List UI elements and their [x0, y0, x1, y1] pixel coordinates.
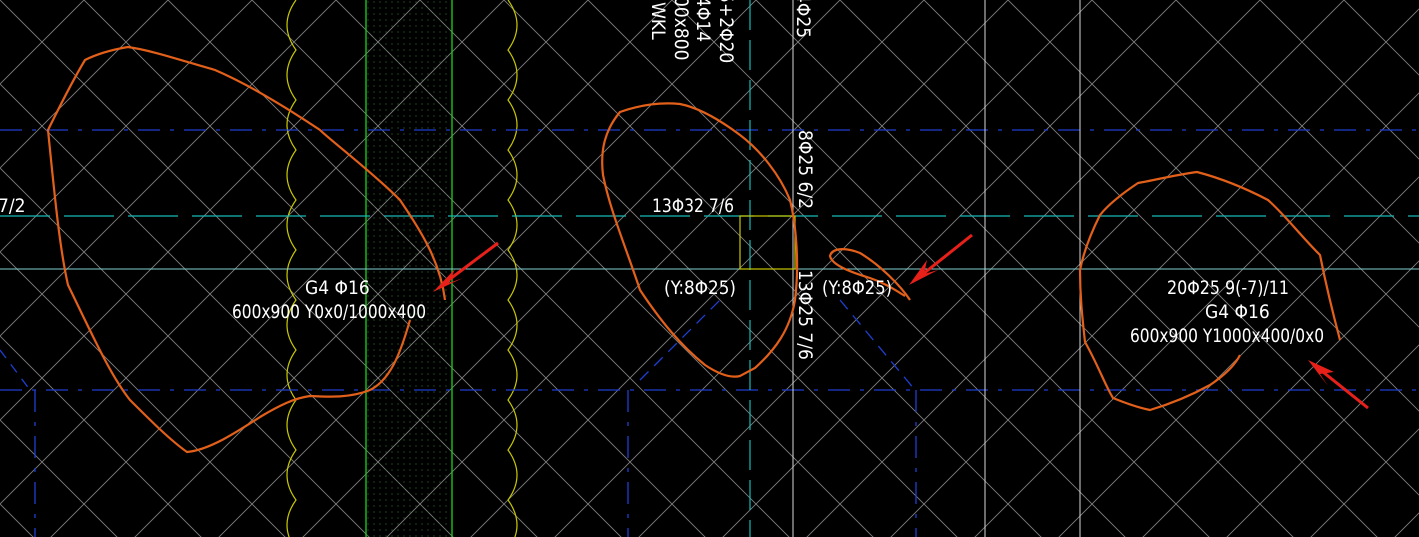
mid-rebar-label: 13Φ32 7/6	[652, 195, 734, 217]
vertical-label-column-top: 4Φ25	[792, 0, 814, 38]
vertical-label-column-low: 13Φ25 7/6	[794, 270, 816, 360]
left-beam-label-section: 600x900 Y0x0/1000x400	[232, 301, 426, 323]
mid-paren-label-left: (Y:8Φ25)	[664, 277, 736, 299]
vertical-label-wkl: WKL	[647, 2, 669, 40]
cad-drawing-canvas[interactable]: 7/2 G4 Φ16 600x900 Y0x0/1000x400 13Φ32 7…	[0, 0, 1419, 537]
vertical-label-column-mid: 8Φ25 6/2	[794, 130, 816, 209]
left-beam-label-stirrup: G4 Φ16	[305, 277, 370, 299]
right-rebar-label: 20Φ25 9(-7)/11	[1167, 277, 1289, 299]
vertical-label-wkl-stirrup: 4Φ14	[692, 0, 714, 42]
mid-paren-label-right: (Y:8Φ25)	[822, 277, 892, 299]
vertical-label-wkl-top-rebar: 5+2Φ20	[715, 0, 737, 63]
edge-label-left: 7/2	[0, 195, 26, 217]
right-stirrup-label: G4 Φ16	[1205, 301, 1270, 323]
right-section-label: 600x900 Y1000x400/0x0	[1130, 325, 1324, 347]
vertical-label-wkl-section: 00x800	[670, 0, 692, 60]
